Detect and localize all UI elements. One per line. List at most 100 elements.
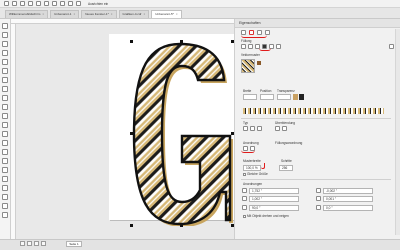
transform-with-object-label: Mit Objekt drehen und neigen bbox=[247, 214, 289, 218]
transparency-field[interactable] bbox=[277, 94, 291, 100]
shape-tool-icon[interactable] bbox=[2, 32, 8, 38]
pattern-options-icon[interactable] bbox=[257, 61, 261, 65]
y-field[interactable]: -0,002 " bbox=[323, 188, 373, 194]
uniform-fill-icon[interactable] bbox=[248, 44, 253, 49]
tab-label: Grafiken-4.cdr bbox=[122, 12, 142, 16]
tab-document-active[interactable]: Unbenannt-5* × bbox=[151, 10, 182, 18]
menu-icon[interactable] bbox=[389, 44, 394, 49]
color-eyedropper-icon[interactable] bbox=[2, 194, 8, 200]
column-label-c: Transparenz bbox=[277, 89, 295, 93]
blend-option-2-icon[interactable] bbox=[282, 126, 287, 131]
type-option-2-icon[interactable] bbox=[250, 126, 255, 131]
pattern-width-field[interactable]: 100,0 % bbox=[243, 165, 261, 171]
same-size-checkbox[interactable] bbox=[243, 173, 246, 176]
import-icon[interactable] bbox=[52, 1, 57, 6]
document-tabs: Willkommensbildschirm × Unbenannt-1 × Neue… bbox=[0, 8, 400, 19]
parallel-dimension-icon[interactable] bbox=[2, 113, 8, 119]
selection-handle[interactable] bbox=[130, 224, 133, 227]
close-icon[interactable]: × bbox=[111, 11, 113, 18]
print-icon[interactable] bbox=[28, 1, 33, 6]
pattern-color-strip[interactable] bbox=[243, 108, 384, 114]
tab-document-1[interactable]: Unbenannt-1 × bbox=[50, 10, 80, 18]
fill-section-label: Füllung bbox=[241, 39, 252, 43]
drop-shadow-icon[interactable] bbox=[2, 131, 8, 137]
x-field[interactable]: 1,752 " bbox=[249, 188, 299, 194]
position-field[interactable] bbox=[260, 94, 274, 100]
snap-to-dropdown[interactable]: Ausrichten ein bbox=[88, 2, 108, 6]
no-fill-icon[interactable] bbox=[241, 44, 246, 49]
transform-with-object-checkbox[interactable] bbox=[243, 215, 246, 218]
tab-label: Neues Fenster-1* bbox=[85, 12, 109, 16]
tab-label: Unbenannt-1 bbox=[54, 12, 72, 16]
height-icon bbox=[316, 196, 321, 201]
tab-welcome[interactable]: Willkommensbildschirm × bbox=[5, 10, 49, 18]
new-document-icon[interactable] bbox=[4, 1, 9, 6]
freehand-tool-icon[interactable] bbox=[2, 59, 8, 65]
selection-handle[interactable] bbox=[130, 132, 133, 135]
close-icon[interactable]: × bbox=[73, 11, 75, 18]
first-page-button[interactable] bbox=[20, 241, 25, 246]
selection-handle[interactable] bbox=[130, 40, 133, 43]
text-tool-icon[interactable] bbox=[2, 104, 8, 110]
w-field[interactable]: 1,002 " bbox=[249, 196, 299, 202]
selection-handle[interactable] bbox=[180, 224, 183, 227]
pattern-preview[interactable] bbox=[241, 59, 255, 73]
steps-field[interactable]: 256 bbox=[279, 165, 293, 171]
fill-arrangement-label: Füllungsanordnung bbox=[275, 141, 303, 145]
blend-option-1-icon[interactable] bbox=[275, 126, 280, 131]
annotation-mark bbox=[259, 48, 271, 51]
add-tool-icon[interactable] bbox=[2, 212, 8, 218]
last-page-button[interactable] bbox=[41, 241, 46, 246]
same-size-label: Gleiche Größe bbox=[247, 172, 268, 176]
snap-icon[interactable] bbox=[76, 1, 81, 6]
connector-tool-icon[interactable] bbox=[2, 122, 8, 128]
crop-tool-icon[interactable] bbox=[2, 41, 8, 47]
save-icon[interactable] bbox=[20, 1, 25, 6]
fill-tool-icon[interactable] bbox=[2, 185, 8, 191]
smart-fill-icon[interactable] bbox=[2, 167, 8, 173]
close-icon[interactable]: × bbox=[144, 11, 146, 18]
tab-document-3[interactable]: Grafiken-4.cdr × bbox=[118, 10, 150, 18]
h-field[interactable]: 0,001 " bbox=[323, 196, 373, 202]
ellipse-tool-icon[interactable] bbox=[2, 86, 8, 92]
pick-tool-icon[interactable] bbox=[2, 23, 8, 29]
previous-page-button[interactable] bbox=[27, 241, 32, 246]
selection-handle[interactable] bbox=[180, 40, 183, 43]
color-swatch[interactable] bbox=[293, 94, 298, 100]
tab-document-2[interactable]: Neues Fenster-1* × bbox=[81, 10, 117, 18]
eyedropper-icon[interactable] bbox=[2, 149, 8, 155]
two-color-pattern-icon[interactable] bbox=[276, 44, 281, 49]
export-icon[interactable] bbox=[60, 1, 65, 6]
type-option-3-icon[interactable] bbox=[257, 126, 262, 131]
undo-icon[interactable] bbox=[36, 1, 41, 6]
zoom-icon[interactable] bbox=[68, 1, 73, 6]
hand-tool-icon[interactable] bbox=[2, 203, 8, 209]
angle-field[interactable]: 90,0 ° bbox=[249, 205, 299, 211]
page-tab[interactable]: Seite 1 bbox=[66, 241, 82, 247]
transparency-tool-icon[interactable] bbox=[2, 140, 8, 146]
annotation-mark bbox=[241, 34, 267, 38]
width-field[interactable] bbox=[243, 94, 257, 100]
type-label: Typ bbox=[243, 121, 249, 125]
polygon-tool-icon[interactable] bbox=[2, 95, 8, 101]
open-icon[interactable] bbox=[12, 1, 17, 6]
skew-icon bbox=[316, 205, 321, 210]
docker-scrollbar[interactable] bbox=[395, 29, 400, 235]
color-swatch[interactable] bbox=[299, 94, 304, 100]
artistic-media-icon[interactable] bbox=[2, 68, 8, 74]
interactive-fill-icon[interactable] bbox=[2, 158, 8, 164]
close-icon[interactable]: × bbox=[176, 11, 178, 18]
outline-pen-icon[interactable] bbox=[2, 176, 8, 182]
type-option-1-icon[interactable] bbox=[243, 126, 248, 131]
redo-icon[interactable] bbox=[44, 1, 49, 6]
pattern-filled-letter-g[interactable] bbox=[130, 42, 234, 226]
skew-field[interactable]: 0,0 ° bbox=[323, 205, 373, 211]
close-icon[interactable]: × bbox=[42, 11, 44, 18]
next-page-button[interactable] bbox=[34, 241, 39, 246]
toolbox bbox=[0, 19, 11, 239]
zoom-tool-icon[interactable] bbox=[2, 50, 8, 56]
vector-pattern-label: Vektormuster bbox=[241, 53, 260, 57]
annotation-mark bbox=[241, 150, 255, 153]
rectangle-tool-icon[interactable] bbox=[2, 77, 8, 83]
x-position-icon bbox=[242, 188, 247, 193]
